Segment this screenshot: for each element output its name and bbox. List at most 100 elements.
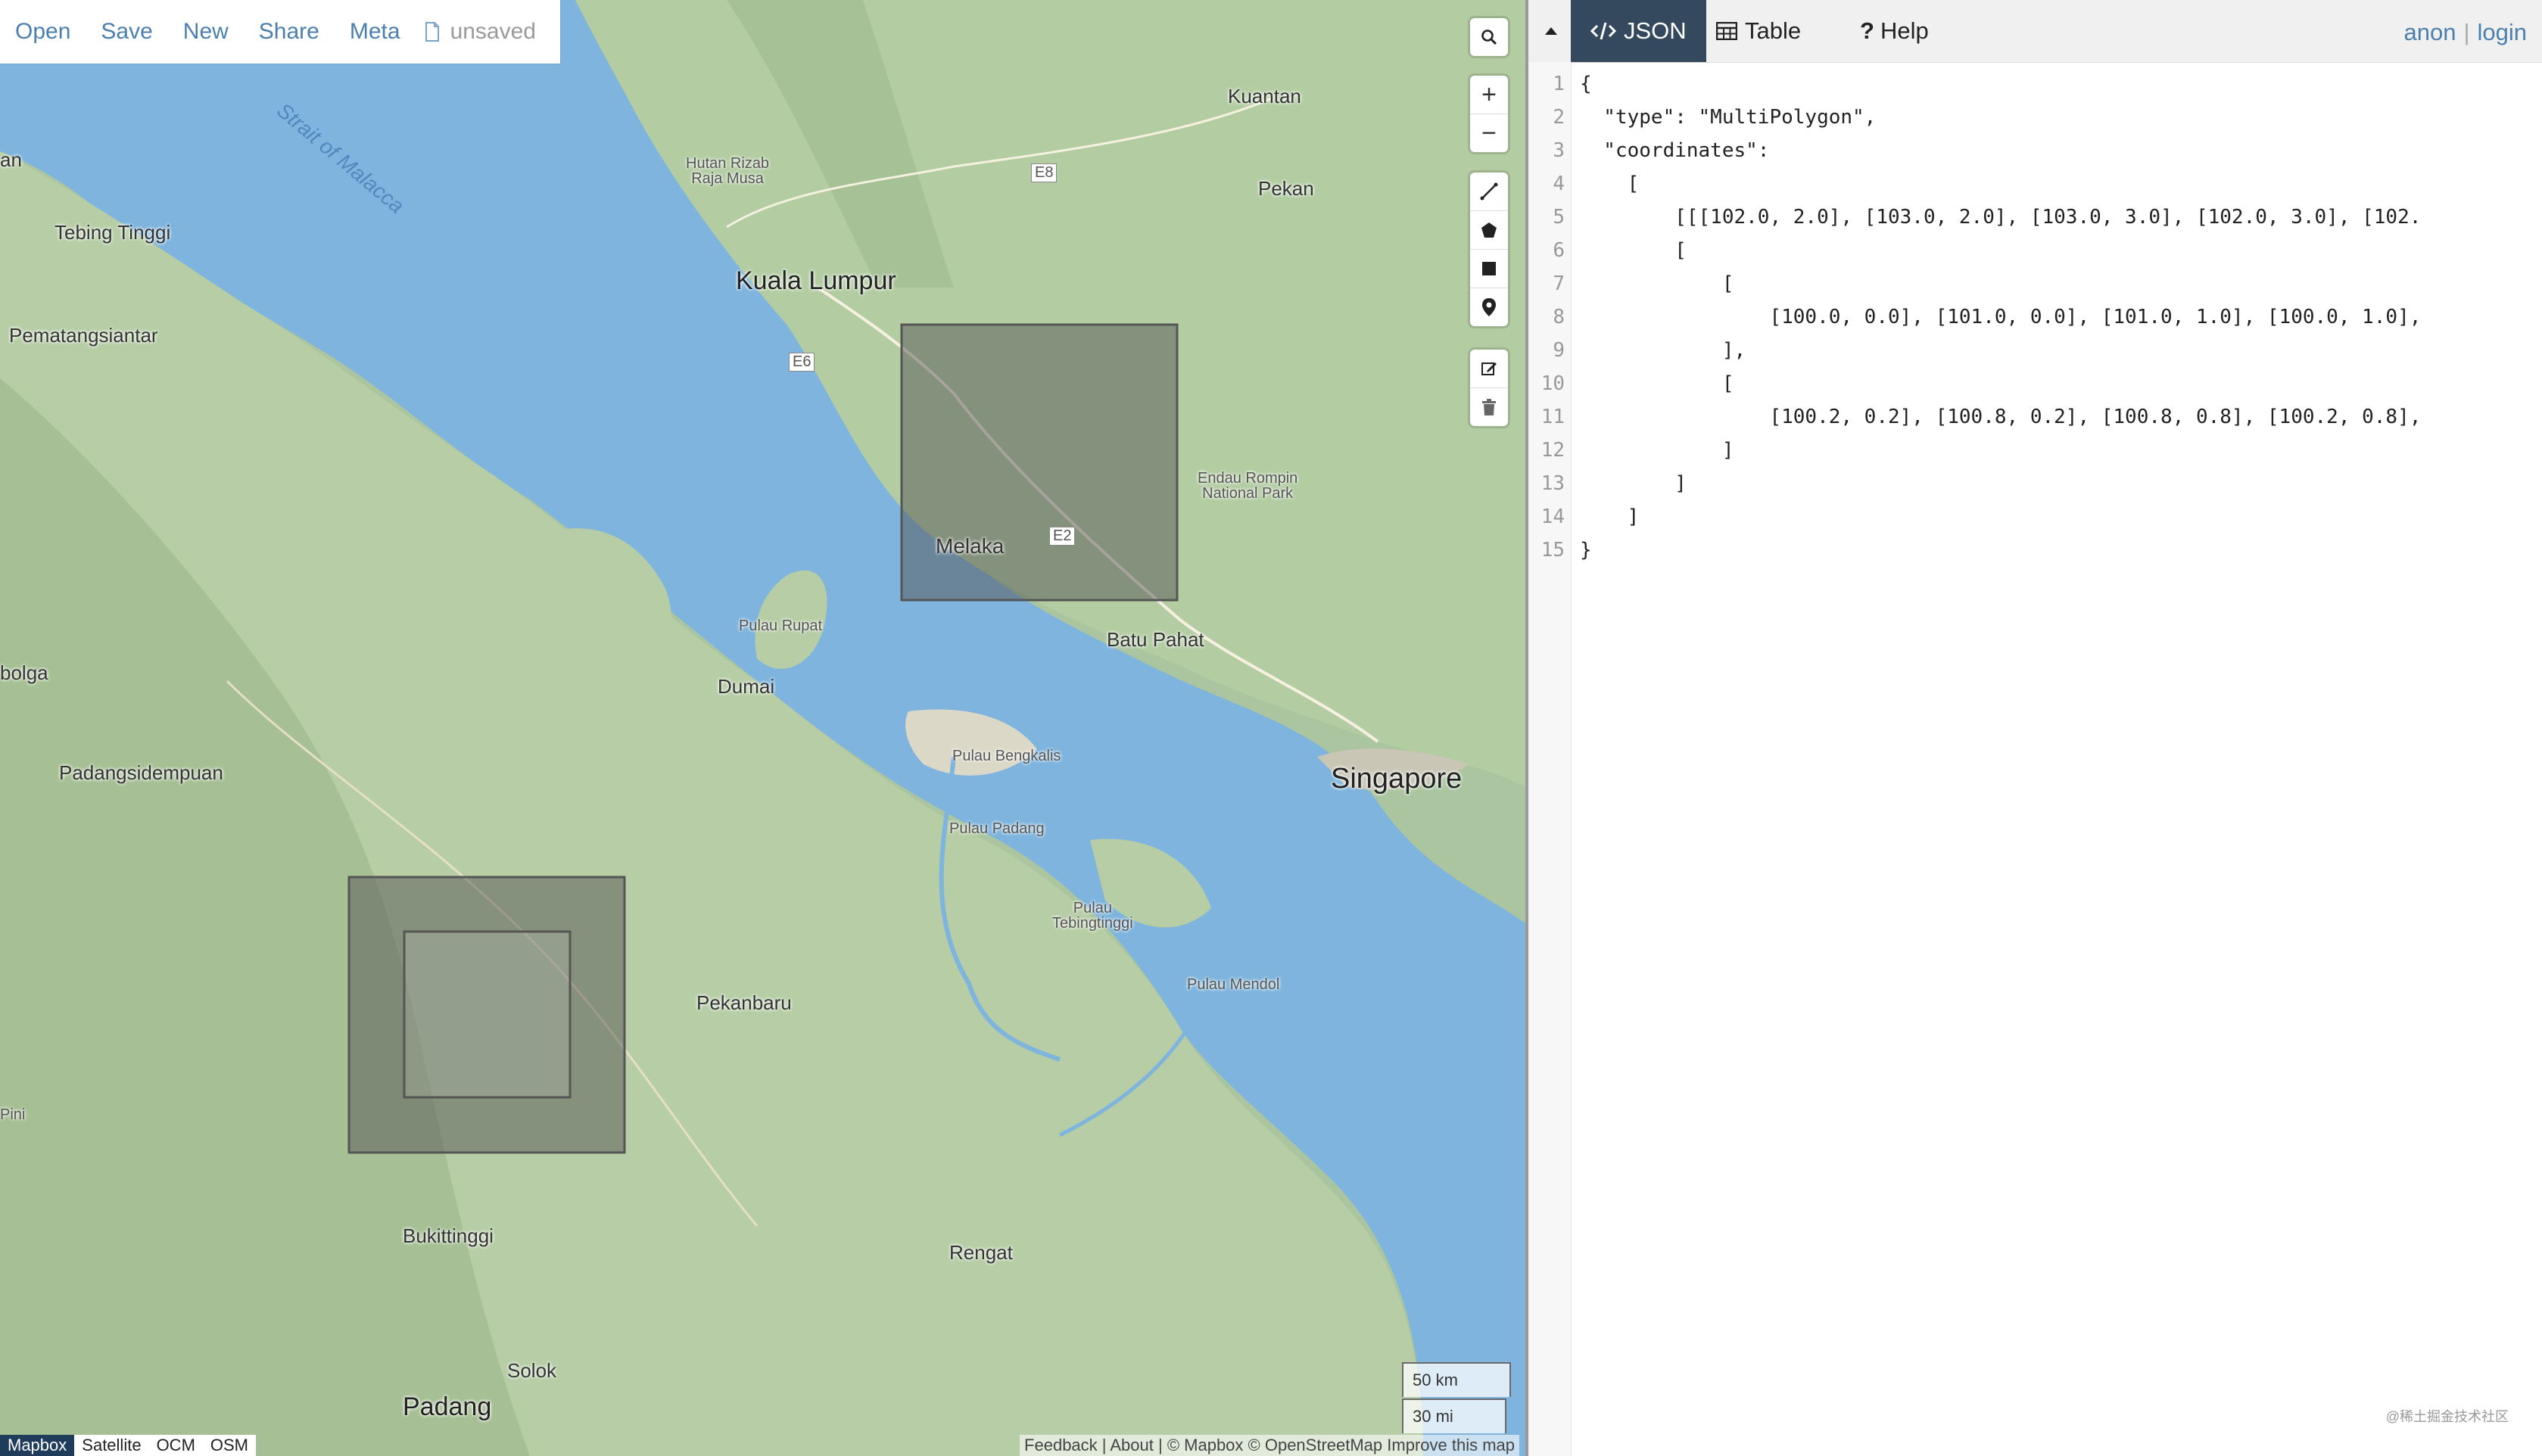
label-hutan-rizab: Hutan Rizab Raja Musa (686, 155, 770, 187)
rectangle-icon (1482, 262, 1496, 275)
json-editor[interactable]: 1 2 3 4 5 6 7 8 9 10 11 12 13 14 15 { "t… (1528, 62, 2542, 1456)
tab-json[interactable]: JSON (1571, 0, 1706, 62)
line-number: 15 (1540, 539, 1565, 562)
share-menu-item[interactable]: Share (244, 0, 335, 64)
code-line: [ (1580, 239, 1687, 262)
save-menu-item[interactable]: Save (86, 0, 167, 64)
tab-table-label: Table (1745, 17, 1802, 44)
trash-icon (1482, 399, 1496, 415)
label-pini: Pini (0, 1106, 26, 1123)
tab-table[interactable]: Table (1696, 0, 1821, 62)
file-icon (425, 22, 439, 42)
label-padang: Padang (403, 1392, 492, 1421)
open-menu-item[interactable]: Open (0, 0, 86, 64)
code-line: "coordinates": (1580, 139, 1770, 162)
zoom-in-button[interactable]: + (1470, 76, 1508, 114)
watermark: @稀土掘金技术社区 (2385, 1409, 2509, 1424)
label-solok: Solok (507, 1359, 557, 1382)
delete-layers-button[interactable] (1470, 387, 1508, 426)
marker-icon (1482, 298, 1496, 316)
draw-marker-button[interactable] (1470, 288, 1508, 326)
line-number: 14 (1540, 506, 1565, 528)
label-an: an (0, 148, 22, 171)
layer-switcher: Mapbox Satellite OCM OSM (0, 1435, 257, 1456)
line-number: 7 (1553, 272, 1565, 295)
line-number: 1 (1553, 73, 1565, 95)
user-links: anon | login (2403, 0, 2527, 65)
label-kuantan: Kuantan (1228, 85, 1301, 107)
label-pulau-tebingtinggi: Pulau Tebingtinggi (1052, 900, 1133, 932)
road-shield-e6: E6 (789, 353, 815, 372)
code-line: [100.0, 0.0], [101.0, 0.0], [101.0, 1.0]… (1580, 306, 2422, 328)
label-pekanbaru: Pekanbaru (696, 991, 792, 1014)
road-shield-e2: E2 (1049, 527, 1076, 546)
search-button[interactable] (1470, 18, 1508, 56)
label-kuala-lumpur: Kuala Lumpur (736, 266, 896, 295)
line-number: 8 (1553, 306, 1565, 328)
line-number: 4 (1553, 173, 1565, 195)
scale-km: 50 km (1402, 1362, 1511, 1397)
edit-layers-button[interactable] (1470, 350, 1508, 387)
user-name-link[interactable]: anon (2403, 19, 2456, 45)
scale-mi: 30 mi (1402, 1398, 1506, 1433)
question-icon: ? (1860, 17, 1874, 44)
code-line: ] (1580, 506, 1640, 528)
layer-mapbox[interactable]: Mapbox (0, 1435, 75, 1456)
search-control (1470, 18, 1508, 56)
panel-tabs: JSON Table ? Help anon | login (1528, 0, 2542, 63)
label-melaka: Melaka (936, 534, 1005, 558)
map-background (0, 0, 1525, 1456)
label-endau-rompin: Endau Rompin National Park (1198, 470, 1298, 502)
layer-osm[interactable]: OSM (203, 1435, 256, 1456)
tab-help[interactable]: ? Help (1840, 0, 1949, 62)
label-pematangsiantar: Pematangsiantar (9, 324, 158, 347)
table-icon (1716, 22, 1737, 40)
label-pulau-mendol: Pulau Mendol (1187, 976, 1280, 993)
meta-menu-item[interactable]: Meta (335, 0, 416, 64)
label-singapore: Singapore (1331, 763, 1463, 795)
code-line: [100.2, 0.2], [100.8, 0.2], [100.8, 0.8]… (1580, 406, 2422, 428)
line-number: 10 (1540, 372, 1565, 395)
layer-ocm[interactable]: OCM (149, 1435, 203, 1456)
label-batu-pahat: Batu Pahat (1107, 628, 1204, 651)
zoom-out-button[interactable]: − (1470, 114, 1508, 152)
line-number: 6 (1553, 239, 1565, 262)
code-line: ], (1580, 339, 1746, 362)
collapse-button[interactable] (1534, 0, 1568, 62)
label-pulau-bengkalis: Pulau Bengkalis (952, 748, 1061, 764)
user-separator: | (2463, 19, 2470, 45)
line-gutter: 1 2 3 4 5 6 7 8 9 10 11 12 13 14 15 (1528, 62, 1572, 1456)
label-bukittinggi: Bukittinggi (403, 1224, 494, 1247)
tab-json-label: JSON (1624, 17, 1687, 44)
code-line: { (1580, 73, 1592, 95)
edit-toolbar (1470, 350, 1508, 426)
code-line: ] (1580, 472, 1687, 495)
label-pekan: Pekan (1258, 177, 1314, 200)
editor-panel: JSON Table ? Help anon | login 1 2 3 4 5 6… (1525, 0, 2542, 1456)
label-pulau-rupat: Pulau Rupat (739, 618, 823, 634)
draw-toolbar (1470, 173, 1508, 326)
label-padangsidempuan: Padangsidempuan (59, 761, 223, 784)
draw-rectangle-button[interactable] (1470, 249, 1508, 288)
code-line: [ (1580, 173, 1640, 195)
code-line: ] (1580, 439, 1734, 462)
map-canvas[interactable]: Strait of Malacca Kuantan Hutan Rizab Ra… (0, 0, 1525, 1456)
line-number: 13 (1540, 472, 1565, 495)
line-number: 5 (1553, 206, 1565, 229)
road-shield-e8: E8 (1031, 163, 1058, 182)
draw-line-button[interactable] (1470, 173, 1508, 210)
code-line: [ (1580, 372, 1734, 395)
caret-up-icon (1545, 27, 1557, 35)
map-attribution[interactable]: Feedback | About | © Mapbox © OpenStreet… (1020, 1435, 1519, 1456)
line-number: 2 (1553, 106, 1565, 129)
login-link[interactable]: login (2478, 19, 2528, 45)
label-bolga: bolga (0, 661, 48, 684)
zoom-control: + − (1470, 76, 1508, 152)
new-menu-item[interactable]: New (168, 0, 244, 64)
draw-polygon-button[interactable] (1470, 210, 1508, 249)
polygon-icon (1481, 222, 1497, 238)
line-number: 11 (1540, 406, 1565, 428)
label-rengat: Rengat (949, 1241, 1013, 1264)
layer-satellite[interactable]: Satellite (74, 1435, 148, 1456)
code-line: [[[102.0, 2.0], [103.0, 2.0], [103.0, 3.… (1580, 206, 2422, 229)
